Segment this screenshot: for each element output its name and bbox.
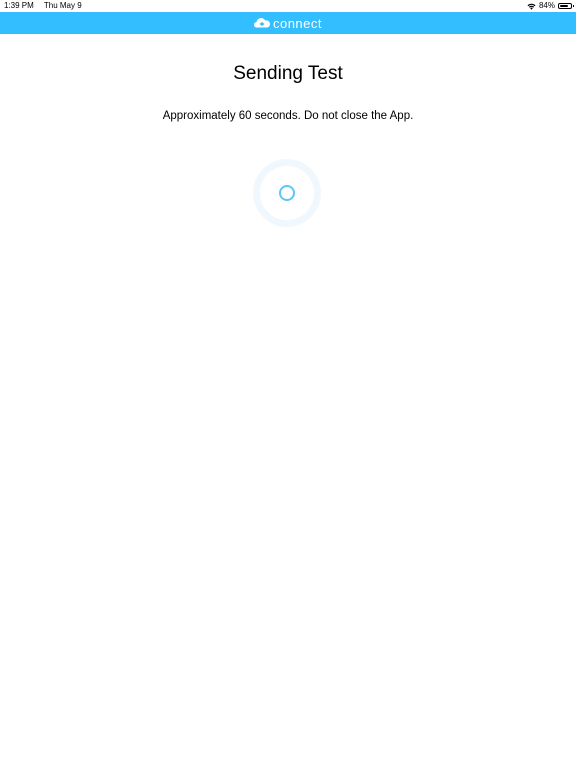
nav-bar: connect (0, 12, 576, 34)
loading-spinner-icon (253, 159, 321, 227)
status-bar: 1:39 PM Thu May 9 84% (0, 0, 576, 12)
page-title: Sending Test (233, 63, 343, 84)
app-logo: connect (253, 15, 323, 31)
battery-fill (560, 5, 569, 7)
status-date: Thu May 9 (43, 1, 82, 10)
status-right: 84% (527, 0, 574, 12)
logo-text: connect (272, 15, 323, 31)
wifi-icon (527, 3, 536, 10)
battery-icon (558, 3, 574, 9)
spinner-ring (279, 185, 295, 201)
status-left: 1:39 PM Thu May 9 (4, 0, 90, 12)
cloud-logo-icon (253, 18, 270, 28)
battery-percent: 84% (538, 1, 555, 10)
status-time: 1:39 PM (4, 1, 34, 10)
page-subtitle: Approximately 60 seconds. Do not close t… (162, 110, 414, 122)
